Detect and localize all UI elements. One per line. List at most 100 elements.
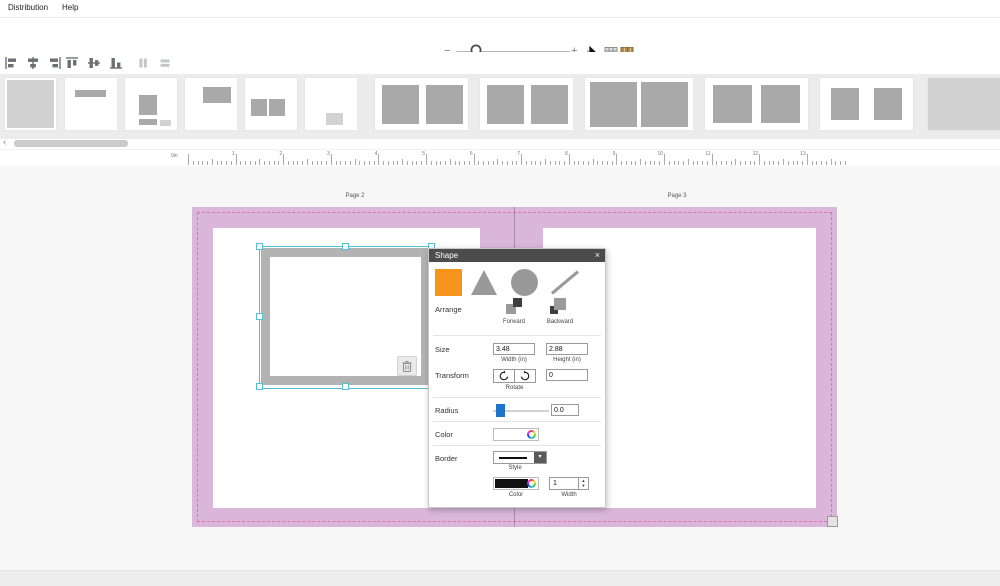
template-thumbnail-1[interactable]	[5, 78, 56, 130]
close-icon[interactable]: ×	[595, 250, 600, 260]
ruler-tick	[569, 154, 570, 165]
dialog-header[interactable]: Shape ×	[429, 249, 605, 262]
ruler-inch-label: 10	[657, 151, 663, 157]
color-wheel-icon[interactable]	[527, 479, 536, 488]
template-placeholder	[7, 80, 54, 128]
ruler-tick	[502, 161, 503, 165]
align-middle-icon[interactable]	[87, 56, 101, 70]
chevron-down-icon[interactable]: ▾	[534, 452, 546, 463]
border-width-stepper[interactable]: 1 ▲▼	[549, 477, 589, 490]
align-center-horizontal-icon[interactable]	[26, 56, 40, 70]
template-thumbnail-2[interactable]	[65, 78, 117, 130]
border-style-preview	[499, 457, 527, 459]
radius-slider-thumb[interactable]	[496, 404, 505, 417]
template-thumbnail-12[interactable]	[928, 78, 1000, 130]
template-thumbnail-6[interactable]	[305, 78, 357, 130]
align-right-icon[interactable]	[48, 56, 62, 70]
ruler-inch-label: 4	[375, 151, 378, 157]
ruler-tick	[602, 161, 603, 165]
resize-handle-nw[interactable]	[256, 243, 263, 250]
ruler-tick	[635, 161, 636, 165]
template-placeholder	[761, 85, 800, 122]
ruler-tick	[331, 154, 332, 165]
resize-handle-s[interactable]	[342, 383, 349, 390]
template-placeholder	[874, 88, 902, 119]
border-width-label: Width	[549, 492, 589, 498]
ruler-tick	[840, 161, 841, 165]
menu-help[interactable]: Help	[62, 3, 78, 12]
template-thumbnail-8[interactable]	[480, 78, 573, 130]
ruler-tick	[797, 161, 798, 165]
spread-resize-handle[interactable]	[827, 516, 838, 527]
ruler-tick	[845, 161, 846, 165]
transform-label: Transform	[435, 371, 469, 380]
ruler-tick	[278, 161, 279, 165]
shape-option-triangle[interactable]	[471, 270, 497, 295]
menu-distribution[interactable]: Distribution	[8, 3, 48, 12]
shape-option-circle[interactable]	[511, 269, 538, 296]
ruler-tick	[407, 161, 408, 165]
ruler-tick	[640, 159, 641, 165]
resize-handle-w[interactable]	[256, 313, 263, 320]
border-color-swatch[interactable]	[493, 477, 539, 490]
ruler-tick	[345, 161, 346, 165]
ruler-tick	[416, 161, 417, 165]
design-canvas[interactable]: Page 2 Page 3	[0, 166, 1000, 570]
ruler-tick	[631, 161, 632, 165]
ruler-tick	[512, 161, 513, 165]
ruler-tick	[317, 161, 318, 165]
rotate-cw-icon[interactable]	[514, 369, 536, 383]
ruler-tick	[383, 161, 384, 165]
template-thumbnail-9[interactable]	[585, 78, 693, 130]
stepper-arrows-icon[interactable]: ▲▼	[578, 478, 588, 489]
arrange-label: Arrange	[435, 305, 462, 314]
width-input[interactable]	[493, 343, 535, 355]
align-bottom-icon[interactable]	[109, 56, 123, 70]
ruler-tick	[269, 161, 270, 165]
ruler-tick	[831, 159, 832, 165]
resize-handle-sw[interactable]	[256, 383, 263, 390]
ruler-tick	[716, 161, 717, 165]
ruler-tick	[521, 154, 522, 165]
ruler-tick	[783, 159, 784, 165]
template-placeholder	[160, 120, 170, 126]
template-thumbnail-7[interactable]	[375, 78, 468, 130]
fill-color-swatch[interactable]	[493, 428, 539, 441]
ruler-tick	[297, 161, 298, 165]
ruler-tick	[326, 161, 327, 165]
align-top-icon[interactable]	[65, 56, 79, 70]
ruler-tick	[288, 161, 289, 165]
ruler-tick	[259, 159, 260, 165]
delete-shape-button[interactable]	[397, 356, 417, 376]
template-thumbnail-10[interactable]	[705, 78, 808, 130]
shape-option-line[interactable]	[551, 270, 579, 294]
ruler-tick	[474, 154, 475, 165]
template-thumbnail-4[interactable]	[185, 78, 237, 130]
template-placeholder	[831, 88, 859, 119]
color-wheel-icon[interactable]	[527, 430, 536, 439]
bring-forward-icon[interactable]	[505, 297, 523, 315]
template-placeholder	[641, 82, 687, 127]
ruler-tick	[207, 161, 208, 165]
border-label: Border	[435, 454, 458, 463]
rotation-angle-input[interactable]	[546, 369, 588, 381]
ruler-tick	[669, 161, 670, 165]
ruler-tick	[450, 159, 451, 165]
ruler-tick	[526, 161, 527, 165]
template-thumbnail-11[interactable]	[820, 78, 913, 130]
shape-option-square[interactable]	[435, 269, 462, 296]
send-backward-icon[interactable]	[549, 297, 567, 315]
template-thumbnail-5[interactable]	[245, 78, 297, 130]
template-placeholder	[326, 113, 344, 124]
rotate-ccw-icon[interactable]	[493, 369, 515, 383]
radius-input[interactable]	[551, 404, 579, 416]
height-input[interactable]	[546, 343, 588, 355]
border-style-select[interactable]: ▾	[493, 451, 547, 464]
resize-handle-n[interactable]	[342, 243, 349, 250]
scrollbar-thumb[interactable]	[14, 140, 128, 147]
ruler-tick	[388, 161, 389, 165]
scroll-left-chevron-icon[interactable]: ‹	[3, 137, 6, 148]
align-left-icon[interactable]	[4, 56, 18, 70]
template-thumbnail-3[interactable]	[125, 78, 177, 130]
ruler-tick	[721, 161, 722, 165]
